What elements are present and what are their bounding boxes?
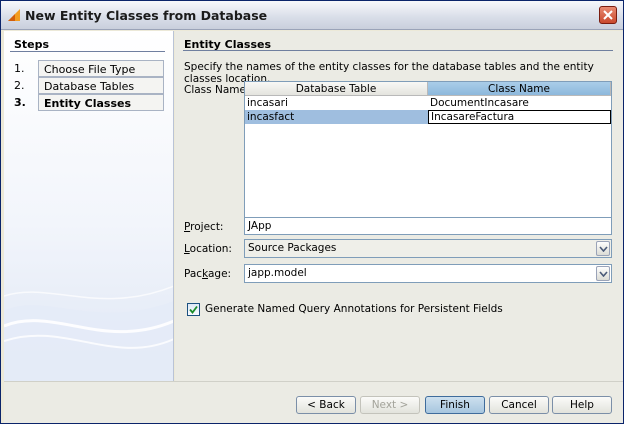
cancel-button[interactable]: Cancel bbox=[489, 396, 549, 414]
window-title: New Entity Classes from Database bbox=[25, 8, 268, 23]
step-label: Database Tables bbox=[38, 77, 164, 94]
package-combo[interactable]: japp.model bbox=[244, 264, 612, 283]
cell-class-name-editor[interactable]: IncasareFactura bbox=[428, 110, 611, 124]
table-header: Database Table Class Name bbox=[245, 82, 611, 96]
next-button[interactable]: Next > bbox=[360, 396, 420, 414]
check-icon bbox=[189, 305, 198, 314]
close-button[interactable] bbox=[599, 6, 617, 24]
steps-divider bbox=[10, 51, 165, 52]
package-value[interactable]: japp.model bbox=[248, 267, 307, 279]
entity-classes-panel: Entity Classes Specify the names of the … bbox=[175, 31, 623, 381]
location-dropdown-button[interactable] bbox=[596, 241, 610, 256]
step-choose-file-type: 1. Choose File Type bbox=[12, 60, 164, 77]
package-dropdown-button[interactable] bbox=[596, 266, 610, 281]
package-label-text: age: bbox=[207, 268, 232, 280]
back-button[interactable]: < Back bbox=[296, 396, 356, 414]
wizard-icon bbox=[7, 8, 21, 22]
decorative-wave bbox=[4, 285, 173, 381]
table-row-selected[interactable]: incasfact IncasareFactura bbox=[245, 110, 611, 124]
finish-button[interactable]: Finish bbox=[425, 396, 485, 414]
title-bar[interactable]: New Entity Classes from Database bbox=[1, 1, 623, 30]
close-icon bbox=[603, 10, 613, 20]
location-label-text: ocation: bbox=[189, 243, 232, 255]
step-number: 1. bbox=[14, 62, 25, 75]
cell-class-name[interactable]: DocumentIncasare bbox=[428, 96, 611, 110]
wizard-dialog: New Entity Classes from Database Steps 1… bbox=[0, 0, 624, 424]
button-bar: < Back Next > Finish Cancel Help bbox=[4, 381, 623, 423]
step-label: Entity Classes bbox=[38, 94, 164, 111]
column-header-class-name[interactable]: Class Name bbox=[428, 82, 611, 96]
table-row[interactable]: incasari DocumentIncasare bbox=[245, 96, 611, 110]
project-label: Project: bbox=[184, 221, 224, 233]
class-names-table[interactable]: Database Table Class Name incasari Docum… bbox=[244, 81, 612, 229]
package-label: Package: bbox=[184, 268, 232, 280]
location-value: Source Packages bbox=[248, 242, 337, 254]
cell-database-table[interactable]: incasari bbox=[245, 96, 428, 110]
step-label: Choose File Type bbox=[38, 60, 164, 77]
panel-divider bbox=[183, 50, 613, 51]
step-database-tables: 2. Database Tables bbox=[12, 77, 164, 94]
project-label-text: roject: bbox=[190, 221, 224, 233]
step-entity-classes: 3. Entity Classes bbox=[12, 94, 164, 111]
steps-panel: Steps 1. Choose File Type 2. Database Ta… bbox=[4, 31, 174, 381]
steps-title: Steps bbox=[14, 38, 50, 51]
cell-database-table[interactable]: incasfact bbox=[245, 110, 428, 124]
location-combo[interactable]: Source Packages bbox=[244, 239, 612, 258]
step-number: 2. bbox=[14, 79, 25, 92]
chevron-down-icon bbox=[598, 245, 608, 252]
project-field[interactable]: JApp bbox=[244, 217, 612, 235]
column-header-database-table[interactable]: Database Table bbox=[245, 82, 428, 96]
named-query-label: Generate Named Query Annotations for Per… bbox=[205, 303, 503, 315]
chevron-down-icon bbox=[598, 270, 608, 277]
help-button[interactable]: Help bbox=[552, 396, 612, 414]
named-query-checkbox[interactable] bbox=[187, 303, 200, 316]
location-label: Location: bbox=[184, 243, 232, 255]
step-number: 3. bbox=[14, 96, 26, 109]
